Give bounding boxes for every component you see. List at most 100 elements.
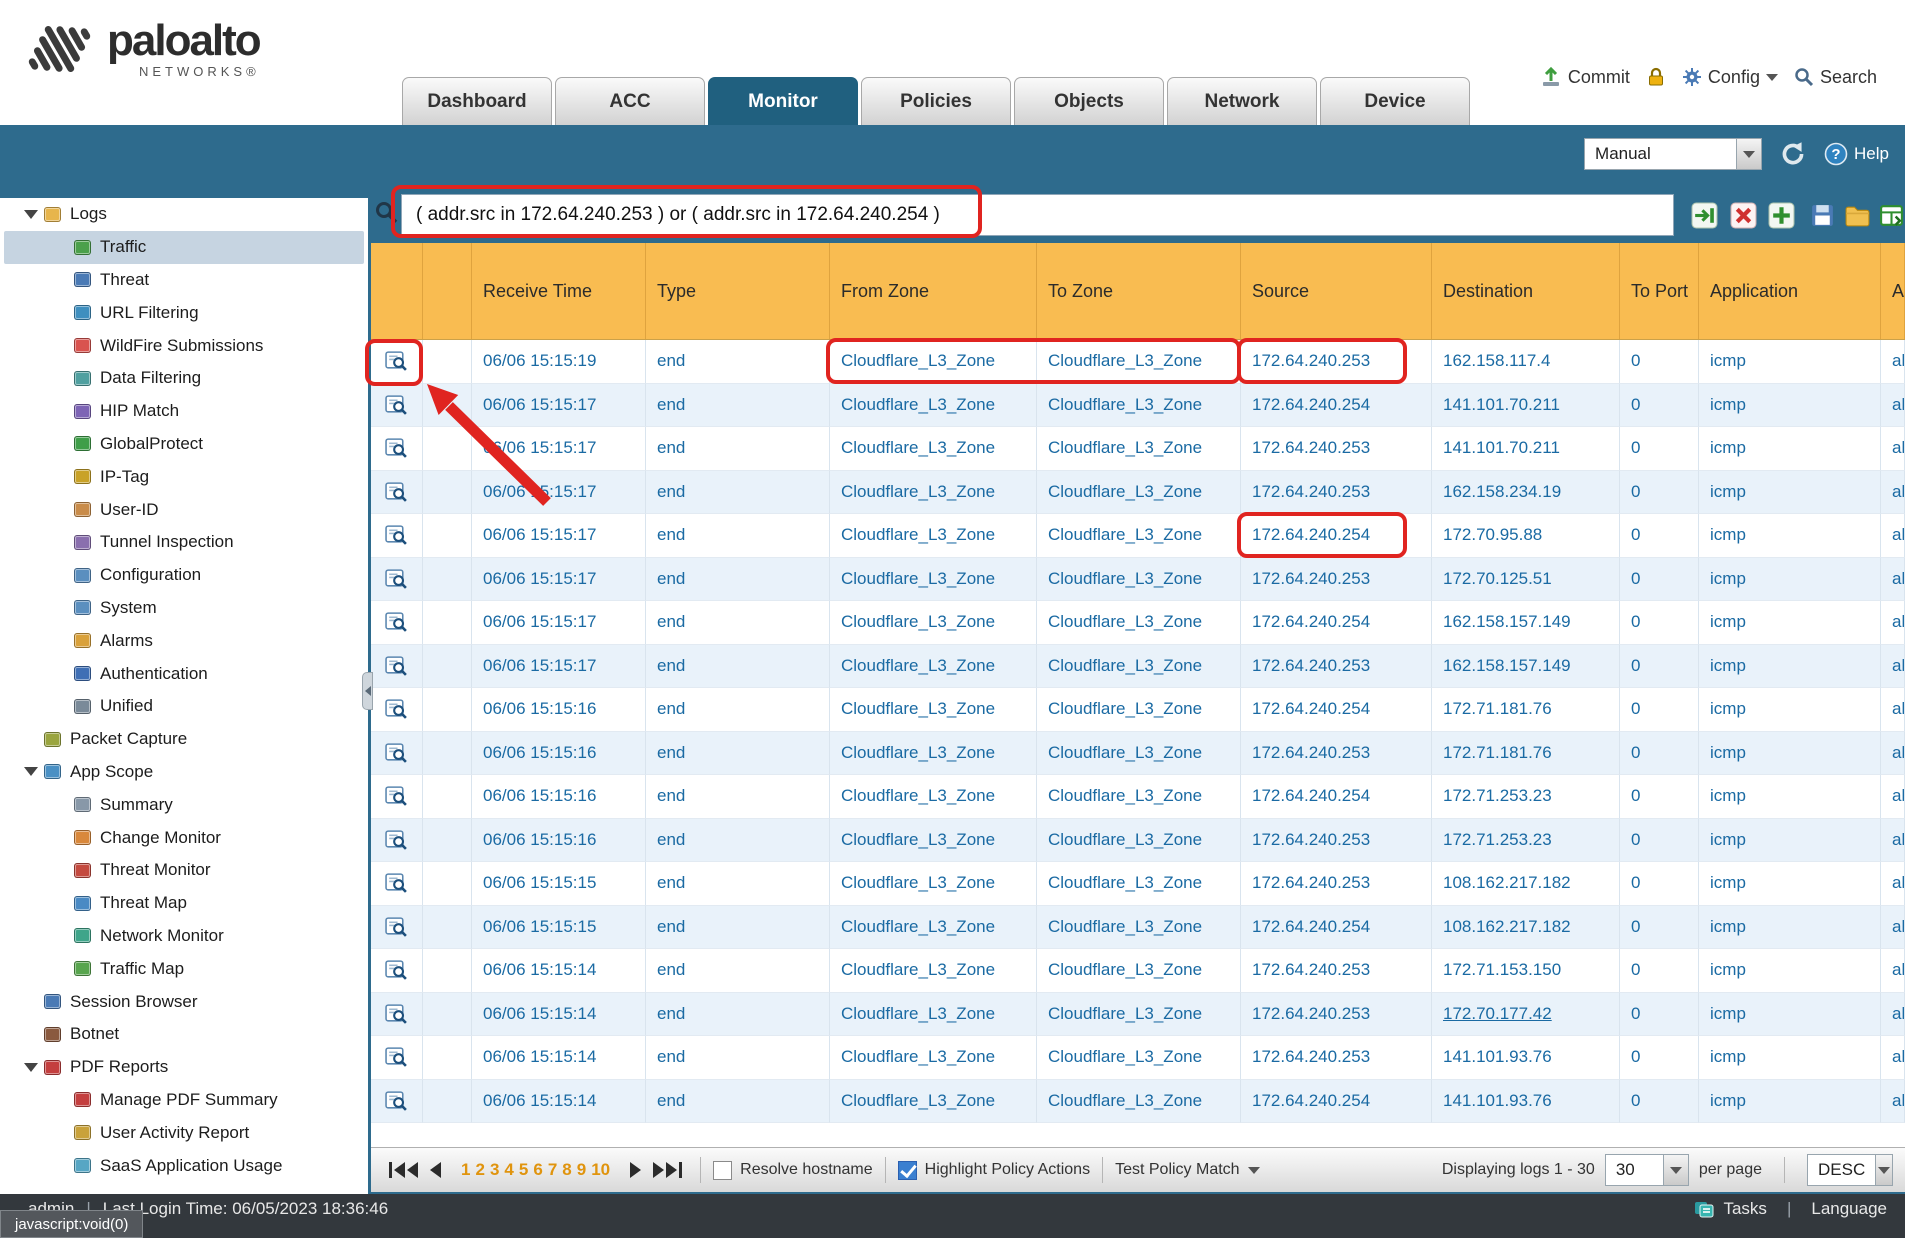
column-header-action[interactable]: A bbox=[1881, 243, 1905, 339]
filter-search-icon[interactable] bbox=[374, 200, 398, 229]
log-detail-icon[interactable] bbox=[371, 993, 423, 1037]
sidebar-item-authentication[interactable]: Authentication bbox=[4, 657, 364, 690]
help-button[interactable]: ? Help bbox=[1824, 142, 1889, 166]
log-detail-icon[interactable] bbox=[371, 471, 423, 515]
sidebar-item-saas-application-usage[interactable]: SaaS Application Usage bbox=[4, 1149, 364, 1182]
column-header-destination[interactable]: Destination bbox=[1432, 243, 1620, 339]
highlight-policy-checkbox[interactable] bbox=[898, 1161, 917, 1180]
lock-icon[interactable] bbox=[1646, 66, 1666, 88]
next-page-button[interactable] bbox=[624, 1162, 647, 1178]
sidebar-item-user-id[interactable]: User-ID bbox=[4, 493, 364, 526]
page-number-3[interactable]: 3 bbox=[490, 1160, 499, 1180]
column-header-to-port[interactable]: To Port bbox=[1620, 243, 1699, 339]
log-detail-icon[interactable] bbox=[371, 862, 423, 906]
log-detail-icon[interactable] bbox=[371, 688, 423, 732]
sidebar-item-ip-tag[interactable]: IP-Tag bbox=[4, 460, 364, 493]
search-button[interactable]: Search bbox=[1794, 67, 1877, 88]
sidebar-item-network-monitor[interactable]: Network Monitor bbox=[4, 920, 364, 953]
log-detail-icon[interactable] bbox=[371, 645, 423, 689]
column-header-application[interactable]: Application bbox=[1699, 243, 1881, 339]
log-row[interactable]: 06/06 15:15:15endCloudflare_L3_ZoneCloud… bbox=[371, 906, 1905, 950]
log-row[interactable]: 06/06 15:15:16endCloudflare_L3_ZoneCloud… bbox=[371, 775, 1905, 819]
apply-filter-button[interactable] bbox=[1689, 200, 1719, 230]
log-row[interactable]: 06/06 15:15:19endCloudflare_L3_ZoneCloud… bbox=[371, 340, 1905, 384]
first-page-button[interactable] bbox=[383, 1162, 424, 1178]
column-header-from-zone[interactable]: From Zone bbox=[830, 243, 1037, 339]
sidebar-item-hip-match[interactable]: HIP Match bbox=[4, 395, 364, 428]
log-row[interactable]: 06/06 15:15:17endCloudflare_L3_ZoneCloud… bbox=[371, 601, 1905, 645]
page-number-1[interactable]: 1 bbox=[461, 1160, 470, 1180]
sidebar-item-threat-monitor[interactable]: Threat Monitor bbox=[4, 854, 364, 887]
log-row[interactable]: 06/06 15:15:17endCloudflare_L3_ZoneCloud… bbox=[371, 384, 1905, 428]
sidebar-item-system[interactable]: System bbox=[4, 592, 364, 625]
log-detail-icon[interactable] bbox=[371, 775, 423, 819]
sidebar-item-summary[interactable]: Summary bbox=[4, 788, 364, 821]
refresh-icon[interactable] bbox=[1778, 139, 1808, 169]
log-detail-icon[interactable] bbox=[371, 514, 423, 558]
sidebar-item-url-filtering[interactable]: URL Filtering bbox=[4, 296, 364, 329]
sidebar-item-traffic-map[interactable]: Traffic Map bbox=[4, 952, 364, 985]
sidebar-item-manage-pdf-summary[interactable]: Manage PDF Summary bbox=[4, 1084, 364, 1117]
log-row[interactable]: 06/06 15:15:14endCloudflare_L3_ZoneCloud… bbox=[371, 949, 1905, 993]
log-row[interactable]: 06/06 15:15:16endCloudflare_L3_ZoneCloud… bbox=[371, 732, 1905, 776]
sidebar-item-packet-capture[interactable]: Packet Capture bbox=[4, 723, 364, 756]
tab-acc[interactable]: ACC bbox=[555, 77, 705, 125]
refresh-mode-dropdown-button[interactable] bbox=[1736, 139, 1761, 169]
clear-filter-button[interactable] bbox=[1728, 200, 1758, 230]
log-detail-icon[interactable] bbox=[371, 384, 423, 428]
tab-objects[interactable]: Objects bbox=[1014, 77, 1164, 125]
sidebar-item-alarms[interactable]: Alarms bbox=[4, 624, 364, 657]
log-row[interactable]: 06/06 15:15:16endCloudflare_L3_ZoneCloud… bbox=[371, 688, 1905, 732]
sidebar-item-configuration[interactable]: Configuration bbox=[4, 559, 364, 592]
per-page-select[interactable]: 30 bbox=[1605, 1154, 1689, 1186]
page-number-9[interactable]: 9 bbox=[577, 1160, 586, 1180]
page-number-8[interactable]: 8 bbox=[562, 1160, 571, 1180]
tree-expander-icon[interactable] bbox=[24, 210, 38, 219]
language-button[interactable]: Language bbox=[1811, 1199, 1887, 1219]
cell-destination[interactable]: 172.70.177.42 bbox=[1432, 993, 1620, 1037]
sidebar-item-user-activity-report[interactable]: User Activity Report bbox=[4, 1116, 364, 1149]
commit-button[interactable]: Commit bbox=[1540, 66, 1630, 88]
page-number-7[interactable]: 7 bbox=[548, 1160, 557, 1180]
page-number-6[interactable]: 6 bbox=[533, 1160, 542, 1180]
per-page-dropdown-button[interactable] bbox=[1663, 1155, 1688, 1185]
sidebar-item-change-monitor[interactable]: Change Monitor bbox=[4, 821, 364, 854]
sort-order-dropdown-button[interactable] bbox=[1875, 1155, 1892, 1185]
config-menu[interactable]: Config bbox=[1682, 67, 1778, 88]
export-button[interactable] bbox=[1876, 200, 1905, 230]
log-row[interactable]: 06/06 15:15:17endCloudflare_L3_ZoneCloud… bbox=[371, 558, 1905, 602]
tab-dashboard[interactable]: Dashboard bbox=[402, 77, 552, 125]
log-detail-icon[interactable] bbox=[371, 340, 423, 384]
sidebar-item-botnet[interactable]: Botnet bbox=[4, 1018, 364, 1051]
page-number-5[interactable]: 5 bbox=[519, 1160, 528, 1180]
page-number-4[interactable]: 4 bbox=[504, 1160, 513, 1180]
log-detail-icon[interactable] bbox=[371, 819, 423, 863]
log-detail-icon[interactable] bbox=[371, 1080, 423, 1124]
log-detail-icon[interactable] bbox=[371, 732, 423, 776]
sidebar-item-pdf-reports[interactable]: PDF Reports bbox=[4, 1051, 364, 1084]
column-header-receive-time[interactable]: Receive Time bbox=[472, 243, 646, 339]
log-row[interactable]: 06/06 15:15:16endCloudflare_L3_ZoneCloud… bbox=[371, 819, 1905, 863]
sidebar-item-session-browser[interactable]: Session Browser bbox=[4, 985, 364, 1018]
log-row[interactable]: 06/06 15:15:17endCloudflare_L3_ZoneCloud… bbox=[371, 514, 1905, 558]
log-detail-icon[interactable] bbox=[371, 427, 423, 471]
page-number-10[interactable]: 10 bbox=[591, 1160, 610, 1180]
log-detail-icon[interactable] bbox=[371, 906, 423, 950]
log-detail-icon[interactable] bbox=[371, 558, 423, 602]
log-row[interactable]: 06/06 15:15:17endCloudflare_L3_ZoneCloud… bbox=[371, 471, 1905, 515]
column-header-to-zone[interactable]: To Zone bbox=[1037, 243, 1241, 339]
sidebar-item-traffic[interactable]: Traffic bbox=[4, 231, 364, 264]
test-policy-match-button[interactable]: Test Policy Match bbox=[1115, 1161, 1259, 1179]
load-filter-button[interactable] bbox=[1842, 200, 1872, 230]
log-detail-icon[interactable] bbox=[371, 949, 423, 993]
filter-query-input[interactable]: ( addr.src in 172.64.240.253 ) or ( addr… bbox=[401, 194, 1674, 236]
tab-device[interactable]: Device bbox=[1320, 77, 1470, 125]
tab-monitor[interactable]: Monitor bbox=[708, 77, 858, 125]
log-detail-icon[interactable] bbox=[371, 601, 423, 645]
log-row[interactable]: 06/06 15:15:17endCloudflare_L3_ZoneCloud… bbox=[371, 427, 1905, 471]
resolve-hostname-checkbox[interactable] bbox=[713, 1161, 732, 1180]
log-detail-icon[interactable] bbox=[371, 1036, 423, 1080]
column-header-type[interactable]: Type bbox=[646, 243, 830, 339]
log-row[interactable]: 06/06 15:15:14endCloudflare_L3_ZoneCloud… bbox=[371, 1036, 1905, 1080]
refresh-mode-select[interactable]: Manual bbox=[1584, 138, 1762, 170]
